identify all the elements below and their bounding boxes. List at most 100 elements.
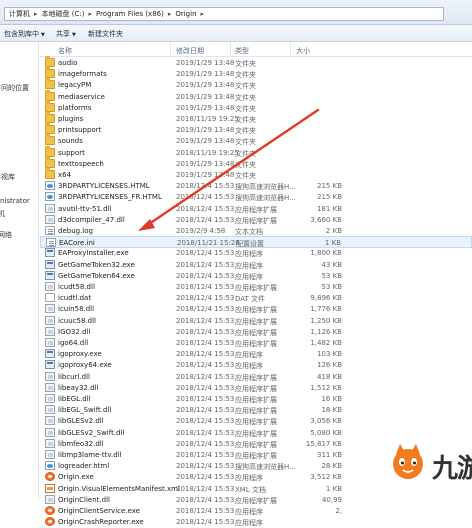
file-date: 2019/1/29 13:48	[176, 81, 235, 90]
file-row[interactable]: libeay32.dll 2018/12/4 15:53 应用程序扩展 1,512 K…	[40, 382, 472, 394]
file-row[interactable]: imageformats 2019/1/29 13:48 文件夹	[40, 67, 472, 80]
file-row[interactable]: igoproxy64.exe 2018/12/4 15:53 应用程序 126 KB	[40, 359, 472, 371]
file-row[interactable]: platforms 2019/1/29 13:48 文件夹	[40, 100, 472, 114]
file-name: d3dcompiler_47.dll	[58, 215, 125, 224]
file-size: 1 KB	[325, 484, 342, 493]
file-date: 2018/12/4 15:53	[176, 518, 235, 527]
file-name: igoproxy64.exe	[58, 361, 112, 370]
file-name: igoproxy.exe	[58, 350, 102, 359]
file-row[interactable]: GetGameToken32.exe 2018/12/4 15:53 应用程序 43 …	[40, 259, 472, 271]
file-row[interactable]: OriginClientService.exe 2018/12/4 15:53 应用…	[40, 505, 472, 517]
breadcrumb-separator: ▸	[167, 10, 172, 18]
file-name: imageformats	[58, 70, 107, 79]
file-row[interactable]: igo64.dll 2018/12/4 15:53 应用程序扩展 1,482 KB	[40, 337, 472, 349]
file-size: 2,	[335, 507, 342, 515]
folder-icon	[45, 56, 55, 67]
file-row[interactable]: libEGL_Swift.dll 2018/12/4 15:53 应用程序扩展 18 …	[40, 404, 472, 416]
file-name: GetGameToken32.exe	[58, 260, 135, 269]
file-date: 2019/1/29 13:48	[176, 103, 235, 112]
new-folder-button[interactable]: 新建文件夹	[88, 29, 123, 39]
file-row[interactable]: igoproxy.exe 2018/12/4 15:53 应用程序 103 KB	[40, 348, 472, 360]
file-row[interactable]: sounds 2019/1/29 13:48 文件夹	[40, 134, 472, 147]
dll-icon	[45, 338, 55, 347]
origin-icon	[45, 472, 55, 482]
file-row[interactable]: audio 2019/1/29 13:48 文件夹	[40, 56, 472, 69]
breadcrumb-local-disk[interactable]: 本地磁盘 (C:)	[42, 9, 85, 19]
file-name: libGLESv2_Swift.dll	[58, 428, 125, 437]
file-name: support	[58, 148, 85, 157]
file-row[interactable]: libGLESv2_Swift.dll 2018/12/4 15:53 应用程序扩展…	[40, 427, 472, 439]
file-size: 103 KB	[317, 350, 342, 359]
file-row[interactable]: plugins 2018/11/19 19:25 文件夹	[40, 112, 472, 125]
exe-icon	[45, 349, 55, 359]
file-name: debug.log	[58, 227, 93, 235]
nav-item-recent-places[interactable]: 访问的位置	[0, 83, 29, 93]
file-row[interactable]: x64 2019/1/29 13:48 文件夹	[40, 168, 472, 181]
file-date: 2018/12/4 15:53	[176, 383, 235, 392]
breadcrumb-origin[interactable]: Origin	[175, 10, 196, 18]
file-row[interactable]: legacyPM 2019/1/29 13:48 文件夹	[40, 78, 472, 91]
file-date: 2018/12/4 15:53	[176, 215, 235, 224]
file-size: 28 KB	[321, 462, 342, 471]
file-row[interactable]: 3RDPARTYLICENSES_FR.HTML 2018/12/4 15:53 搜…	[40, 191, 472, 203]
file-row[interactable]: libEGL.dll 2018/12/4 15:53 应用程序扩展 16 KB	[40, 393, 472, 405]
file-name: IGO32.dll	[58, 327, 91, 336]
file-row[interactable]: 3RDPARTYLICENSES.HTML 2018/12/4 15:53 搜狗高速…	[40, 180, 472, 192]
include-in-library-button[interactable]: 包含到库中 ▼	[4, 29, 45, 39]
file-name: mediaservice	[58, 92, 105, 101]
folder-icon	[45, 89, 55, 101]
file-date: 2018/12/4 15:53	[176, 316, 235, 325]
file-row[interactable]: IGO32.dll 2018/12/4 15:53 应用程序扩展 1,126 KB	[40, 326, 472, 338]
file-name: platforms	[58, 103, 92, 112]
file-row[interactable]: d3dcompiler_47.dll 2018/12/4 15:53 应用程序扩展 3…	[40, 214, 472, 226]
column-divider[interactable]	[230, 42, 231, 56]
column-divider[interactable]	[170, 42, 171, 56]
file-date: 2018/12/4 15:53	[176, 417, 235, 426]
column-date[interactable]: 修改日期	[176, 46, 204, 56]
dll-icon	[45, 326, 55, 336]
file-row[interactable]: EACore.ini 2018/11/21 15:28 配置设置 1 KB	[40, 236, 472, 249]
file-name: icudt58.dll	[58, 283, 95, 291]
file-row[interactable]: printsupport 2019/1/29 13:48 文件夹	[40, 123, 472, 136]
dll-icon	[45, 382, 55, 392]
nav-item-network[interactable]: 网络	[0, 230, 12, 240]
file-row[interactable]: libGLESv2.dll 2018/12/4 15:53 应用程序扩展 3,056 …	[40, 415, 472, 427]
column-divider[interactable]	[290, 42, 291, 56]
file-row[interactable]: debug.log 2019/2/9 4:58 文本文档 2 KB	[40, 225, 472, 237]
file-name: texttospeech	[58, 159, 104, 168]
nav-item-computer[interactable]: 机	[0, 209, 5, 219]
column-size[interactable]: 大小	[296, 46, 310, 56]
file-date: 2018/12/4 15:53	[176, 305, 235, 314]
file-row[interactable]: libcurl.dll 2018/12/4 15:53 应用程序扩展 418 KB	[40, 371, 472, 383]
file-row[interactable]: mediaservice 2019/1/29 13:48 文件夹	[40, 89, 472, 103]
file-date: 2018/12/4 15:53	[176, 361, 235, 370]
share-button[interactable]: 共享 ▼	[56, 29, 76, 39]
file-name: sounds	[58, 137, 83, 146]
ini-icon	[46, 238, 56, 248]
nav-item-administrator[interactable]: inistrator	[0, 197, 30, 205]
dll-icon	[45, 315, 55, 325]
file-row[interactable]: EAProxyInstaller.exe 2018/12/4 15:53 应用程序 1…	[40, 247, 472, 259]
file-row[interactable]: icudt58.dll 2018/12/4 15:53 应用程序扩展 53 KB	[40, 281, 472, 293]
column-name[interactable]: 名称	[58, 46, 72, 56]
nav-item-video-library[interactable]: 影视库	[0, 172, 15, 182]
dll-icon	[45, 494, 55, 504]
file-row[interactable]: support 2018/11/19 19:25 文件夹	[40, 145, 472, 159]
column-type[interactable]: 类型	[235, 46, 249, 56]
address-bar[interactable]: 计算机 ▸ 本地磁盘 (C:) ▸ Program Files (x86) ▸ …	[4, 7, 444, 21]
file-row[interactable]: GetGameToken64.exe 2018/12/4 15:53 应用程序 53 …	[40, 270, 472, 282]
file-name: OriginCrashReporter.exe	[58, 518, 144, 527]
file-row[interactable]: icuuc58.dll 2018/12/4 15:53 应用程序扩展 1,250 KB	[40, 315, 472, 327]
breadcrumb-computer[interactable]: 计算机	[9, 9, 30, 19]
file-row[interactable]: OriginCrashReporter.exe 2018/12/4 15:53 应用…	[40, 516, 472, 528]
breadcrumb-program-files[interactable]: Program Files (x86)	[96, 10, 164, 18]
file-type: 应用程序	[235, 519, 263, 528]
file-name: logreader.html	[58, 462, 110, 471]
file-row[interactable]: texttospeech 2019/1/29 13:48 文件夹	[40, 156, 472, 170]
file-row[interactable]: icudtl.dat 2018/12/4 15:53 DAT 文件 9,896 KB	[40, 292, 472, 304]
file-size: 43 KB	[321, 260, 342, 269]
file-row[interactable]: avutil-ttv-51.dll 2018/12/4 15:53 应用程序扩展 18…	[40, 203, 472, 215]
file-date: 2018/12/4 15:53	[176, 204, 235, 213]
log-icon	[45, 226, 55, 235]
file-row[interactable]: icuin58.dll 2018/12/4 15:53 应用程序扩展 1,776 KB	[40, 303, 472, 315]
